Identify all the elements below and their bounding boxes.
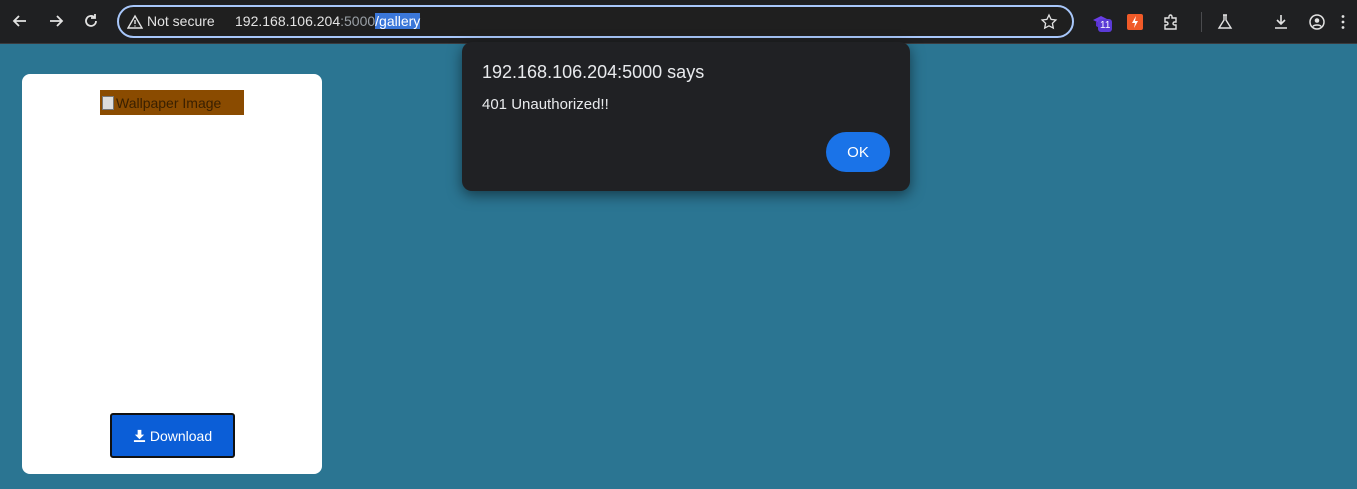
download-icon bbox=[133, 429, 145, 442]
ok-button[interactable]: OK bbox=[826, 132, 890, 172]
address-bar[interactable]: Not secure 192.168.106.204:5000/gallery bbox=[117, 5, 1074, 38]
dialog-title: 192.168.106.204:5000 says bbox=[482, 62, 705, 82]
download-label: Download bbox=[149, 427, 213, 444]
url-text[interactable]: 192.168.106.204:5000/gallery bbox=[235, 13, 421, 29]
url-path: /gallery bbox=[375, 13, 421, 29]
browser-menu-button[interactable] bbox=[1332, 11, 1354, 33]
broken-image-icon bbox=[102, 95, 114, 110]
star-icon[interactable] bbox=[1040, 13, 1058, 31]
forward-icon bbox=[50, 15, 64, 27]
puzzle-icon bbox=[1164, 14, 1177, 30]
reload-button[interactable] bbox=[78, 8, 104, 34]
back-icon bbox=[12, 15, 26, 27]
back-button[interactable] bbox=[7, 8, 33, 34]
security-label[interactable]: Not secure bbox=[147, 13, 215, 29]
menu-icon bbox=[1341, 15, 1345, 29]
labs-button[interactable] bbox=[1214, 11, 1236, 33]
download-button[interactable]: Download bbox=[110, 413, 235, 458]
account-icon bbox=[1309, 14, 1325, 30]
url-host: 192.168.106.204 bbox=[235, 13, 341, 29]
url-port: :5000 bbox=[340, 13, 376, 29]
reload-icon bbox=[85, 14, 97, 27]
forward-button[interactable] bbox=[43, 8, 69, 34]
bolt-icon bbox=[1127, 14, 1143, 30]
alert-dialog: 192.168.106.204:5000 says 401 Unauthoriz… bbox=[462, 42, 910, 191]
downloads-button[interactable] bbox=[1270, 11, 1292, 33]
gallery-card: Wallpaper Image Download bbox=[22, 74, 322, 474]
extension-badge: 11 bbox=[1098, 19, 1113, 32]
warning-icon[interactable] bbox=[127, 14, 143, 30]
profile-button[interactable] bbox=[1306, 11, 1328, 33]
browser-toolbar: Not secure 192.168.106.204:5000/gallery … bbox=[0, 0, 1357, 44]
download-icon bbox=[1275, 15, 1287, 29]
dialog-message: 401 Unauthorized!! bbox=[482, 96, 609, 113]
wallpaper-image: Wallpaper Image bbox=[100, 90, 244, 115]
extensions-button[interactable] bbox=[1160, 11, 1182, 33]
extension-bolt-button[interactable] bbox=[1124, 11, 1146, 33]
image-alt-text: Wallpaper Image bbox=[116, 94, 222, 111]
toolbar-separator bbox=[1201, 12, 1202, 32]
flask-icon bbox=[1217, 14, 1233, 29]
